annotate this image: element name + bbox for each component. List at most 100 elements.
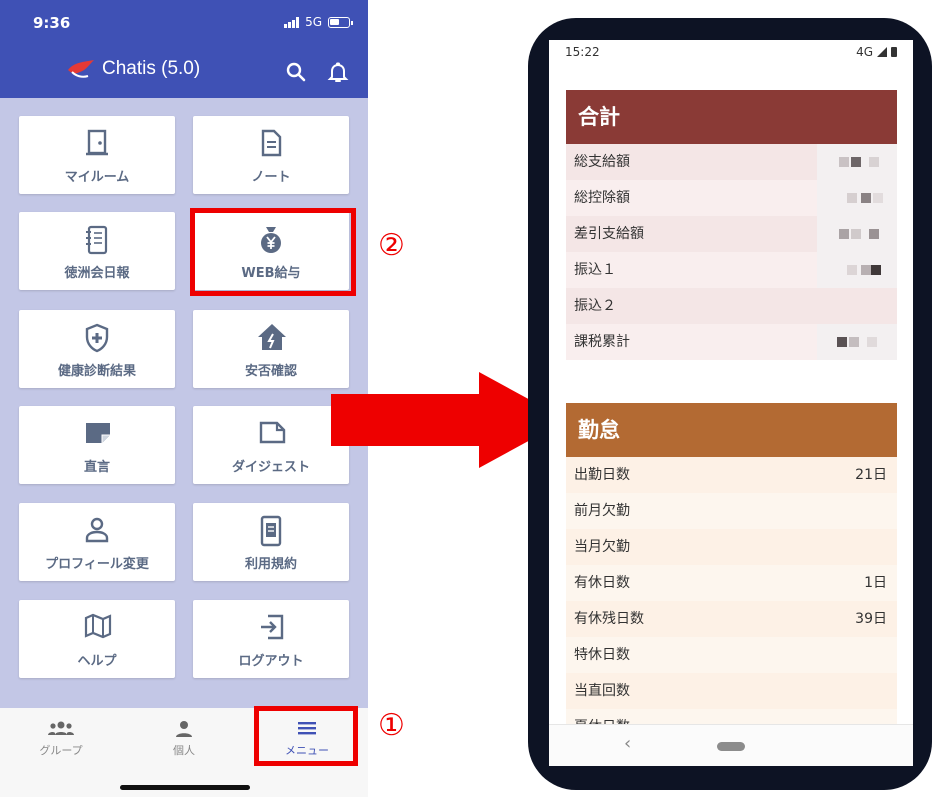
blurred-value xyxy=(817,180,897,216)
blurred-value xyxy=(817,324,897,360)
row-label: 特休日数 xyxy=(574,647,630,663)
door-icon xyxy=(86,129,108,156)
row-label: 総控除額 xyxy=(574,190,630,206)
phone-doc-icon xyxy=(260,515,282,547)
table-row: 総支給額 xyxy=(566,144,897,180)
status-indicators: 5G xyxy=(284,15,353,29)
row-value: 21日 xyxy=(855,467,887,483)
table-row: 当月欠勤 xyxy=(566,529,897,565)
table-row: 前月欠勤 xyxy=(566,493,897,529)
nav-label: グループ xyxy=(39,744,83,757)
step-1-marker: ① xyxy=(378,708,405,743)
row-label: 総支給額 xyxy=(574,154,630,170)
table-row: 特休日数 xyxy=(566,637,897,673)
tile-note[interactable]: ノート xyxy=(193,116,349,194)
payslip-screen: 15:22 4G 合計 総支給額 総控除額 差引支給額 振込１ 振込２ 課税累計… xyxy=(549,40,913,766)
house-alert-icon xyxy=(258,324,286,350)
row-label: 振込１ xyxy=(574,262,616,278)
status-bar: 15:22 4G xyxy=(549,40,913,66)
row-label: 出勤日数 xyxy=(574,467,630,483)
tile-label: 利用規約 xyxy=(244,557,297,572)
tile-profile-edit[interactable]: プロフィール変更 xyxy=(19,503,175,581)
group-icon xyxy=(48,721,74,735)
tile-safety-check[interactable]: 安否確認 xyxy=(193,310,349,388)
home-pill[interactable] xyxy=(717,742,745,751)
status-time: 15:22 xyxy=(565,45,600,59)
tile-my-room[interactable]: マイルーム xyxy=(19,116,175,194)
tile-logout[interactable]: ログアウト xyxy=(193,600,349,678)
tile-label: プロフィール変更 xyxy=(45,557,149,572)
tile-direct-opinion[interactable]: 直言 xyxy=(19,406,175,484)
row-label: 課税累計 xyxy=(574,334,630,350)
table-row: 総控除額 xyxy=(566,180,897,216)
tile-label: 安否確認 xyxy=(244,364,297,379)
person-icon xyxy=(176,721,192,737)
table-row: 振込１ xyxy=(566,252,897,288)
home-indicator xyxy=(120,785,250,790)
blurred-value xyxy=(817,216,897,252)
folded-note-icon xyxy=(86,423,110,443)
table-row: 出勤日数 21日 xyxy=(566,457,897,493)
menu-screen: 9:36 5G Chatis (5.0) マイルーム ノート 徳洲会日報 WEB… xyxy=(0,0,368,797)
row-label: 当月欠勤 xyxy=(574,539,630,555)
tile-label: 徳洲会日報 xyxy=(64,266,130,281)
row-label: 有休日数 xyxy=(574,575,630,591)
logout-icon xyxy=(261,614,284,640)
shield-plus-icon xyxy=(85,323,109,353)
section-header-total: 合計 xyxy=(566,90,897,144)
nav-personal[interactable]: 個人 xyxy=(123,708,245,772)
search-icon[interactable] xyxy=(284,60,308,84)
row-label: 振込２ xyxy=(574,298,616,314)
signal-icon xyxy=(284,16,300,28)
network-type: 5G xyxy=(305,15,322,29)
blurred-value xyxy=(817,144,897,180)
blurred-value xyxy=(817,252,897,288)
table-row: 有休日数 1日 xyxy=(566,565,897,601)
tile-label: ログアウト xyxy=(238,654,304,669)
highlight-web-salary xyxy=(190,208,356,296)
tile-label: ダイジェスト xyxy=(231,460,310,475)
map-icon xyxy=(84,613,112,639)
notebook-icon xyxy=(86,225,108,255)
battery-icon xyxy=(328,16,353,28)
table-row: 当直回数 xyxy=(566,673,897,709)
row-label: 差引支給額 xyxy=(574,226,644,242)
tile-help[interactable]: ヘルプ xyxy=(19,600,175,678)
step-2-marker: ② xyxy=(378,228,405,263)
app-title-group: Chatis (5.0) xyxy=(66,58,200,80)
bird-logo-icon xyxy=(68,60,94,78)
table-row: 有休残日数 39日 xyxy=(566,601,897,637)
table-row: 課税累計 xyxy=(566,324,897,360)
table-row: 振込２ xyxy=(566,288,897,324)
status-time: 9:36 xyxy=(33,14,71,32)
nav-group[interactable]: グループ xyxy=(0,708,122,772)
tile-label: 直言 xyxy=(83,460,110,475)
tile-label: 健康診断結果 xyxy=(57,364,136,379)
tile-health-check[interactable]: 健康診断結果 xyxy=(19,310,175,388)
bell-icon[interactable] xyxy=(326,60,350,84)
row-value: 39日 xyxy=(855,611,887,627)
tile-daily-report[interactable]: 徳洲会日報 xyxy=(19,212,175,290)
row-label: 有休残日数 xyxy=(574,611,644,627)
back-icon[interactable]: ‹ xyxy=(624,733,631,754)
network-type: 4G xyxy=(856,45,873,59)
tile-label: ヘルプ xyxy=(77,654,117,669)
row-value: 1日 xyxy=(864,575,887,591)
tile-terms[interactable]: 利用規約 xyxy=(193,503,349,581)
document-icon xyxy=(261,129,282,157)
tile-digest[interactable]: ダイジェスト xyxy=(193,406,349,484)
tile-label: ノート xyxy=(251,170,291,185)
row-label: 当直回数 xyxy=(574,683,630,699)
app-title: Chatis (5.0) xyxy=(102,58,201,79)
nav-label: 個人 xyxy=(173,744,195,757)
tile-label: マイルーム xyxy=(64,170,130,185)
signal-icon xyxy=(877,47,887,57)
section-header-attendance: 勤怠 xyxy=(566,403,897,457)
highlight-menu xyxy=(254,706,358,766)
folder-outline-icon xyxy=(259,421,286,444)
battery-icon xyxy=(891,47,897,57)
person-icon xyxy=(85,517,109,543)
app-header: 9:36 5G Chatis (5.0) xyxy=(0,0,368,98)
row-label: 前月欠勤 xyxy=(574,503,630,519)
status-indicators: 4G xyxy=(856,45,897,59)
